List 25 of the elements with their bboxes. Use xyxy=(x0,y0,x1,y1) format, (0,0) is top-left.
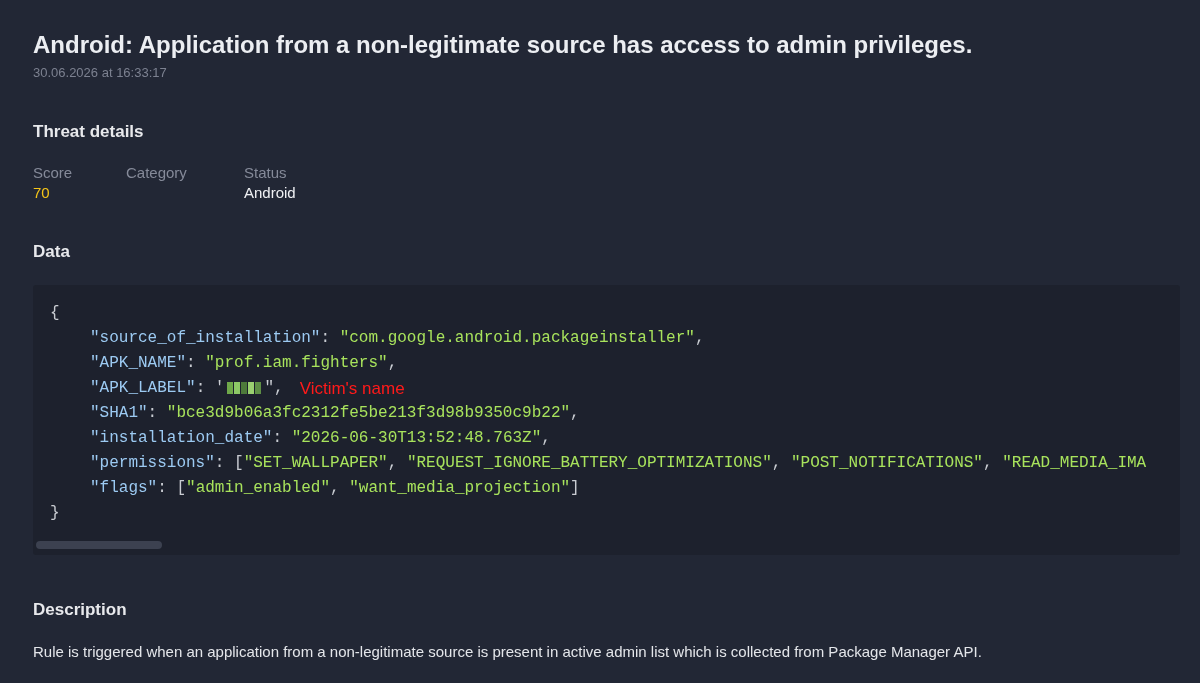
field-value: 70 xyxy=(33,183,50,203)
code-line: "SHA1": "bce3d9b06a3fc2312fe5be213f3d98b9350c9b22", xyxy=(89,402,580,424)
description-text: Rule is triggered when an application from a non-legitimate source is present in active admin list which is collected from Package Manager API. xyxy=(33,642,982,662)
code-punctuation: ", xyxy=(264,377,284,399)
code-line: "APK_NAME": "prof.iam.fighters", xyxy=(89,352,398,374)
code-line: } xyxy=(50,502,60,524)
code-punctuation: : ' xyxy=(195,377,225,399)
field-label: Status xyxy=(244,163,287,183)
field-label: Score xyxy=(33,163,73,183)
code-line: "installation_date": "2026-06-30T13:52:48.763Z", xyxy=(89,427,551,449)
section-heading: Threat details xyxy=(33,120,144,143)
pixelated-mosaic-icon xyxy=(227,382,262,394)
code-line: "source_of_installation": "com.google.android.packageinstaller", xyxy=(89,327,705,349)
code-line: "permissions": ["SET_WALLPAPER", "REQUEST_IGNORE_BATTERY_OPTIMIZATIONS", "POST_NOTIFICATIONS", "READ_MEDIA_IMA xyxy=(89,452,1147,474)
code-key: "APK_LABEL" xyxy=(90,375,196,401)
scrollbar-thumb[interactable] xyxy=(36,540,162,549)
page-title: Android: Application from a non-legitimate source has access to admin privileges. xyxy=(33,30,974,60)
timestamp: 30.06.2026 at 16:33:17 xyxy=(33,64,167,82)
section-heading: Description xyxy=(33,598,127,621)
section-heading: Data xyxy=(33,241,70,263)
field-label: Category xyxy=(126,163,187,183)
code-line: "flags": ["admin_enabled", "want_media_projection"] xyxy=(89,477,580,499)
annotation-label: Victim's name xyxy=(299,377,405,400)
code-line: { xyxy=(50,302,60,324)
field-value: Android xyxy=(244,183,296,203)
